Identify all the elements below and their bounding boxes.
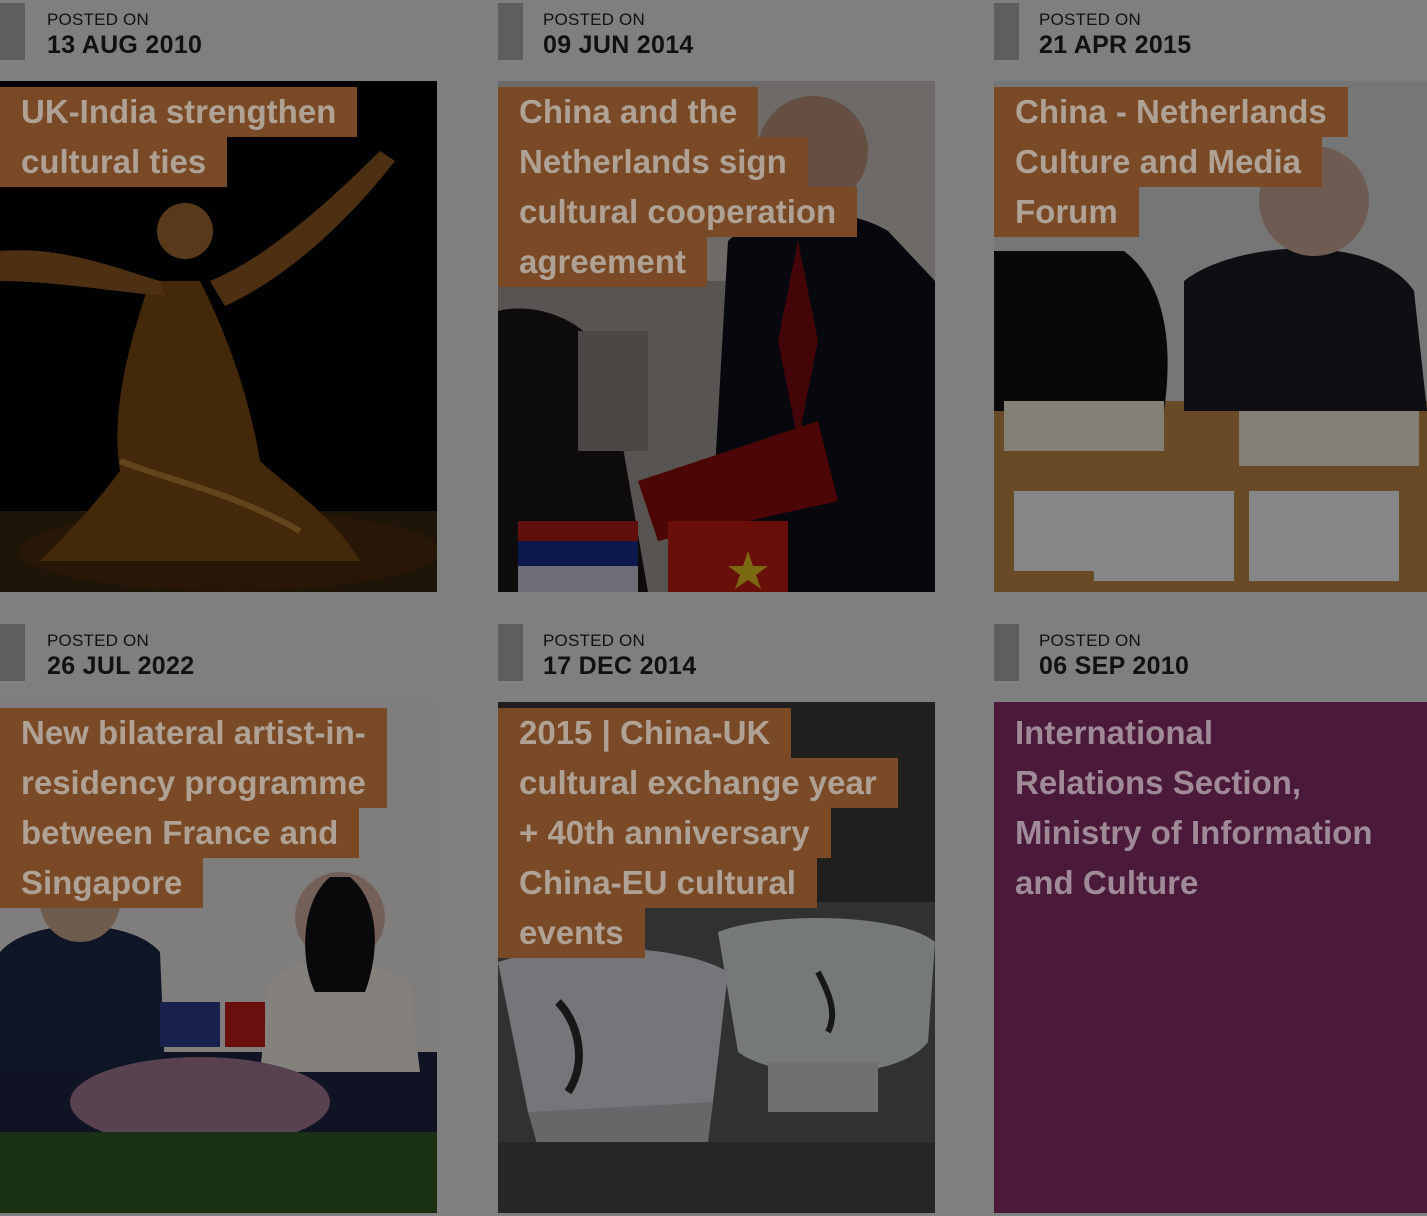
title-line: cultural cooperation (498, 187, 858, 237)
post-card[interactable]: POSTED ON 13 AUG 2010 UK-India strengthe… (0, 0, 437, 592)
date-marker (994, 624, 1019, 681)
post-title[interactable]: China and the Netherlands sign cultural … (498, 87, 858, 287)
post-meta: POSTED ON 17 DEC 2014 (498, 621, 935, 702)
post-date: 06 SEP 2010 (1039, 652, 1190, 680)
post-thumbnail[interactable]: China and the Netherlands sign cultural … (498, 81, 935, 592)
title-line: Culture and Media (994, 137, 1323, 187)
post-card[interactable]: POSTED ON 06 SEP 2010 International Rela… (994, 621, 1427, 1213)
title-line: 2015 | China-UK (498, 708, 792, 758)
posted-on-label: POSTED ON (47, 631, 149, 650)
posted-on-label: POSTED ON (1039, 631, 1141, 650)
post-date: 21 APR 2015 (1039, 31, 1192, 59)
post-date: 13 AUG 2010 (47, 31, 203, 59)
post-thumbnail[interactable]: 2015 | China-UK cultural exchange year +… (498, 702, 935, 1213)
title-line: cultural ties (0, 137, 228, 187)
post-card[interactable]: POSTED ON 21 APR 2015 China - Netherland… (994, 0, 1427, 592)
post-title[interactable]: International Relations Section, Ministr… (994, 708, 1394, 908)
date-marker (994, 3, 1019, 60)
post-thumbnail[interactable]: UK-India strengthen cultural ties (0, 81, 437, 592)
title-line: residency programme (0, 758, 387, 808)
post-meta: POSTED ON 09 JUN 2014 (498, 0, 935, 81)
post-meta: POSTED ON 21 APR 2015 (994, 0, 1427, 81)
title-line: Singapore (0, 858, 204, 908)
post-thumbnail[interactable]: International Relations Section, Ministr… (994, 702, 1427, 1213)
post-date: 09 JUN 2014 (543, 31, 694, 59)
post-title[interactable]: UK-India strengthen cultural ties (0, 87, 358, 187)
title-line: Relations Section, (1015, 764, 1302, 801)
posted-on-label: POSTED ON (1039, 10, 1141, 29)
title-line: China and the (498, 87, 759, 137)
posted-on-label: POSTED ON (47, 10, 149, 29)
title-line: International (1015, 714, 1214, 751)
title-line: Netherlands sign (498, 137, 808, 187)
title-line: UK-India strengthen (0, 87, 358, 137)
post-date: 17 DEC 2014 (543, 652, 697, 680)
post-card[interactable]: POSTED ON 09 JUN 2014 China and the Neth… (498, 0, 935, 592)
post-date: 26 JUL 2022 (47, 652, 195, 680)
post-title[interactable]: China - Netherlands Culture and Media Fo… (994, 87, 1348, 237)
post-meta: POSTED ON 13 AUG 2010 (0, 0, 437, 81)
post-title[interactable]: 2015 | China-UK cultural exchange year +… (498, 708, 898, 958)
post-grid: POSTED ON 13 AUG 2010 UK-India strengthe… (0, 0, 1427, 1216)
post-meta: POSTED ON 06 SEP 2010 (994, 621, 1427, 702)
title-line: between France and (0, 808, 360, 858)
title-line: China - Netherlands (994, 87, 1348, 137)
date-marker (0, 624, 25, 681)
title-line: Forum (994, 187, 1139, 237)
posted-on-label: POSTED ON (543, 10, 645, 29)
date-marker (498, 3, 523, 60)
post-thumbnail[interactable]: New bilateral artist-in- residency progr… (0, 702, 437, 1213)
title-line: and Culture (1015, 864, 1199, 901)
date-marker (498, 624, 523, 681)
posted-on-label: POSTED ON (543, 631, 645, 650)
title-line: events (498, 908, 645, 958)
title-line: agreement (498, 237, 707, 287)
post-title[interactable]: New bilateral artist-in- residency progr… (0, 708, 387, 908)
post-meta: POSTED ON 26 JUL 2022 (0, 621, 437, 702)
title-line: New bilateral artist-in- (0, 708, 387, 758)
date-marker (0, 3, 25, 60)
title-line: + 40th anniversary (498, 808, 831, 858)
title-line: Ministry of Information (1015, 814, 1373, 851)
title-line: China-EU cultural (498, 858, 817, 908)
title-line: cultural exchange year (498, 758, 898, 808)
post-card[interactable]: POSTED ON 26 JUL 2022 New bilateral arti… (0, 621, 437, 1213)
post-card[interactable]: POSTED ON 17 DEC 2014 2015 | China-UK cu… (498, 621, 935, 1213)
post-thumbnail[interactable]: China - Netherlands Culture and Media Fo… (994, 81, 1427, 592)
